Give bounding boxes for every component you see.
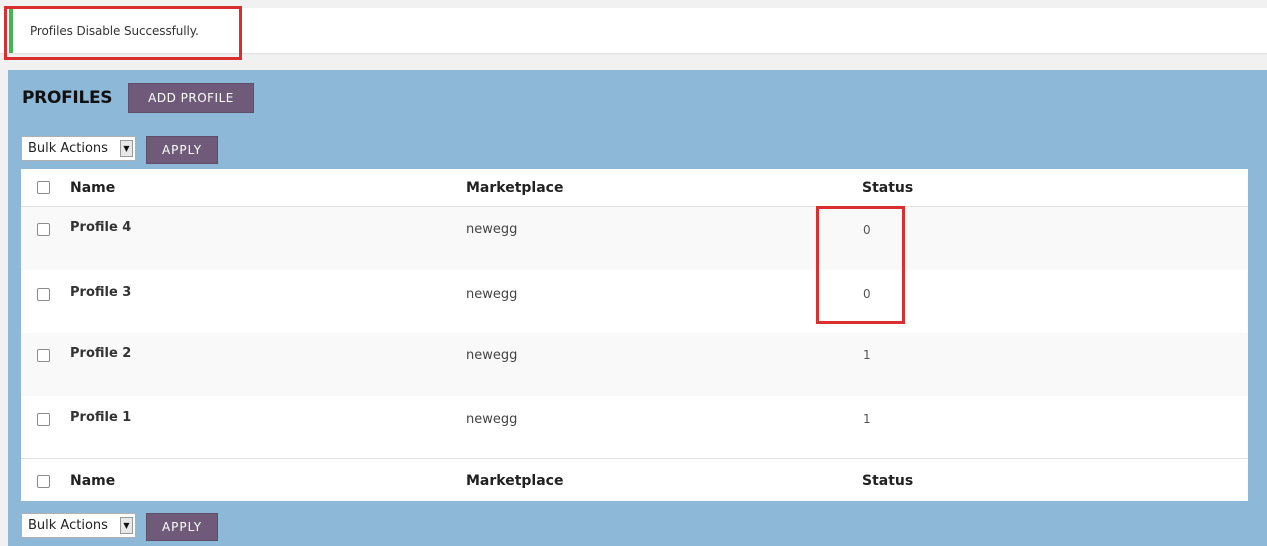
bulk-actions-select-bottom[interactable]: Bulk Actions ▼ — [21, 513, 136, 538]
notice-message: Profiles Disable Successfully. — [30, 24, 199, 38]
select-all-checkbox[interactable] — [37, 181, 50, 194]
column-footer-name[interactable]: Name — [70, 473, 115, 489]
bulk-actions-value: Bulk Actions — [28, 518, 108, 533]
column-header-name[interactable]: Name — [70, 180, 115, 196]
marketplace-value: newegg — [466, 287, 518, 302]
status-value: 1 — [863, 348, 871, 362]
bulk-actions-select-top[interactable]: Bulk Actions ▼ — [21, 136, 136, 161]
profile-name-link[interactable]: Profile 4 — [70, 220, 131, 236]
dropdown-arrow-icon: ▼ — [120, 140, 133, 157]
marketplace-value: newegg — [466, 348, 518, 363]
column-footer-status: Status — [862, 473, 914, 489]
profile-name-link[interactable]: Profile 1 — [70, 410, 131, 426]
table-row: Profile 1 newegg 1 — [21, 396, 1248, 459]
marketplace-value: newegg — [466, 222, 518, 237]
table-row: Profile 4 newegg 0 — [21, 207, 1248, 270]
row-checkbox[interactable] — [37, 223, 50, 236]
status-value: 0 — [863, 223, 871, 237]
bulk-actions-value: Bulk Actions — [28, 141, 108, 156]
notice-accent-bar — [9, 8, 13, 53]
row-checkbox[interactable] — [37, 413, 50, 426]
table-row: Profile 3 newegg 0 — [21, 270, 1248, 333]
status-value: 0 — [863, 287, 871, 301]
profile-name-link[interactable]: Profile 3 — [70, 285, 131, 301]
apply-button-bottom[interactable]: APPLY — [146, 513, 218, 541]
column-header-marketplace: Marketplace — [466, 180, 564, 196]
add-profile-button[interactable]: ADD PROFILE — [128, 83, 254, 113]
profile-name-link[interactable]: Profile 2 — [70, 346, 131, 362]
apply-button-top[interactable]: APPLY — [146, 136, 218, 164]
dropdown-arrow-icon: ▼ — [120, 517, 133, 534]
table-row: Profile 2 newegg 1 — [21, 333, 1248, 396]
row-checkbox[interactable] — [37, 288, 50, 301]
page-title: PROFILES — [22, 88, 113, 108]
status-value: 1 — [863, 412, 871, 426]
marketplace-value: newegg — [466, 412, 518, 427]
notice-area: Profiles Disable Successfully. — [0, 0, 1267, 62]
select-all-checkbox-footer[interactable] — [37, 475, 50, 488]
column-header-status: Status — [862, 180, 914, 196]
row-checkbox[interactable] — [37, 349, 50, 362]
table-footer-row: Name Marketplace Status — [21, 460, 1248, 501]
table-header-row: Name Marketplace Status — [21, 169, 1248, 207]
profiles-table: Name Marketplace Status Profile 4 newegg… — [21, 169, 1248, 501]
column-footer-marketplace: Marketplace — [466, 473, 564, 489]
